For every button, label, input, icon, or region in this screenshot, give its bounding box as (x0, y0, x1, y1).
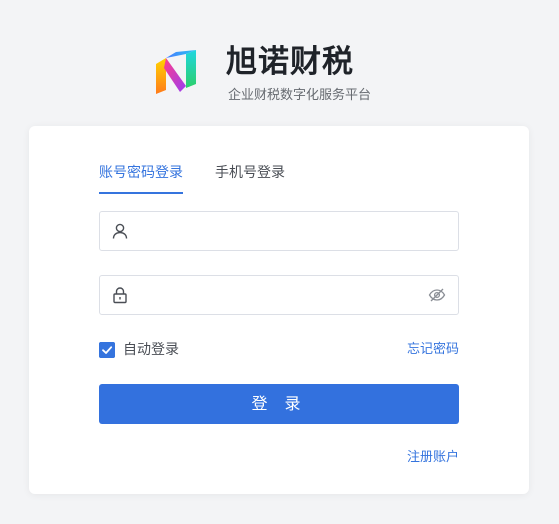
login-card: 账号密码登录 手机号登录 自动登录 忘记密码 登 录 注册账户 (29, 126, 529, 494)
logo-icon (156, 50, 196, 94)
user-icon (112, 223, 128, 239)
register-link[interactable]: 注册账户 (407, 449, 459, 467)
brand-slogan: 企业财税数字化服务平台 (228, 88, 372, 103)
username-input[interactable] (140, 212, 410, 250)
active-tab-indicator (99, 192, 183, 194)
tab-phone[interactable]: 手机号登录 (215, 163, 285, 183)
password-input[interactable] (140, 276, 410, 314)
brand-header: 旭诺财税 企业财税数字化服务平台 (150, 40, 410, 110)
tab-account-password[interactable]: 账号密码登录 (99, 163, 183, 183)
brand-name: 旭诺财税 (226, 44, 354, 80)
password-field[interactable] (99, 275, 459, 315)
eye-off-icon[interactable] (428, 286, 446, 304)
login-button[interactable]: 登 录 (99, 384, 459, 424)
forgot-password-link[interactable]: 忘记密码 (407, 341, 459, 359)
lock-icon (113, 287, 127, 304)
username-field[interactable] (99, 211, 459, 251)
auto-login-checkbox[interactable] (99, 342, 115, 358)
auto-login-label[interactable]: 自动登录 (123, 341, 179, 359)
